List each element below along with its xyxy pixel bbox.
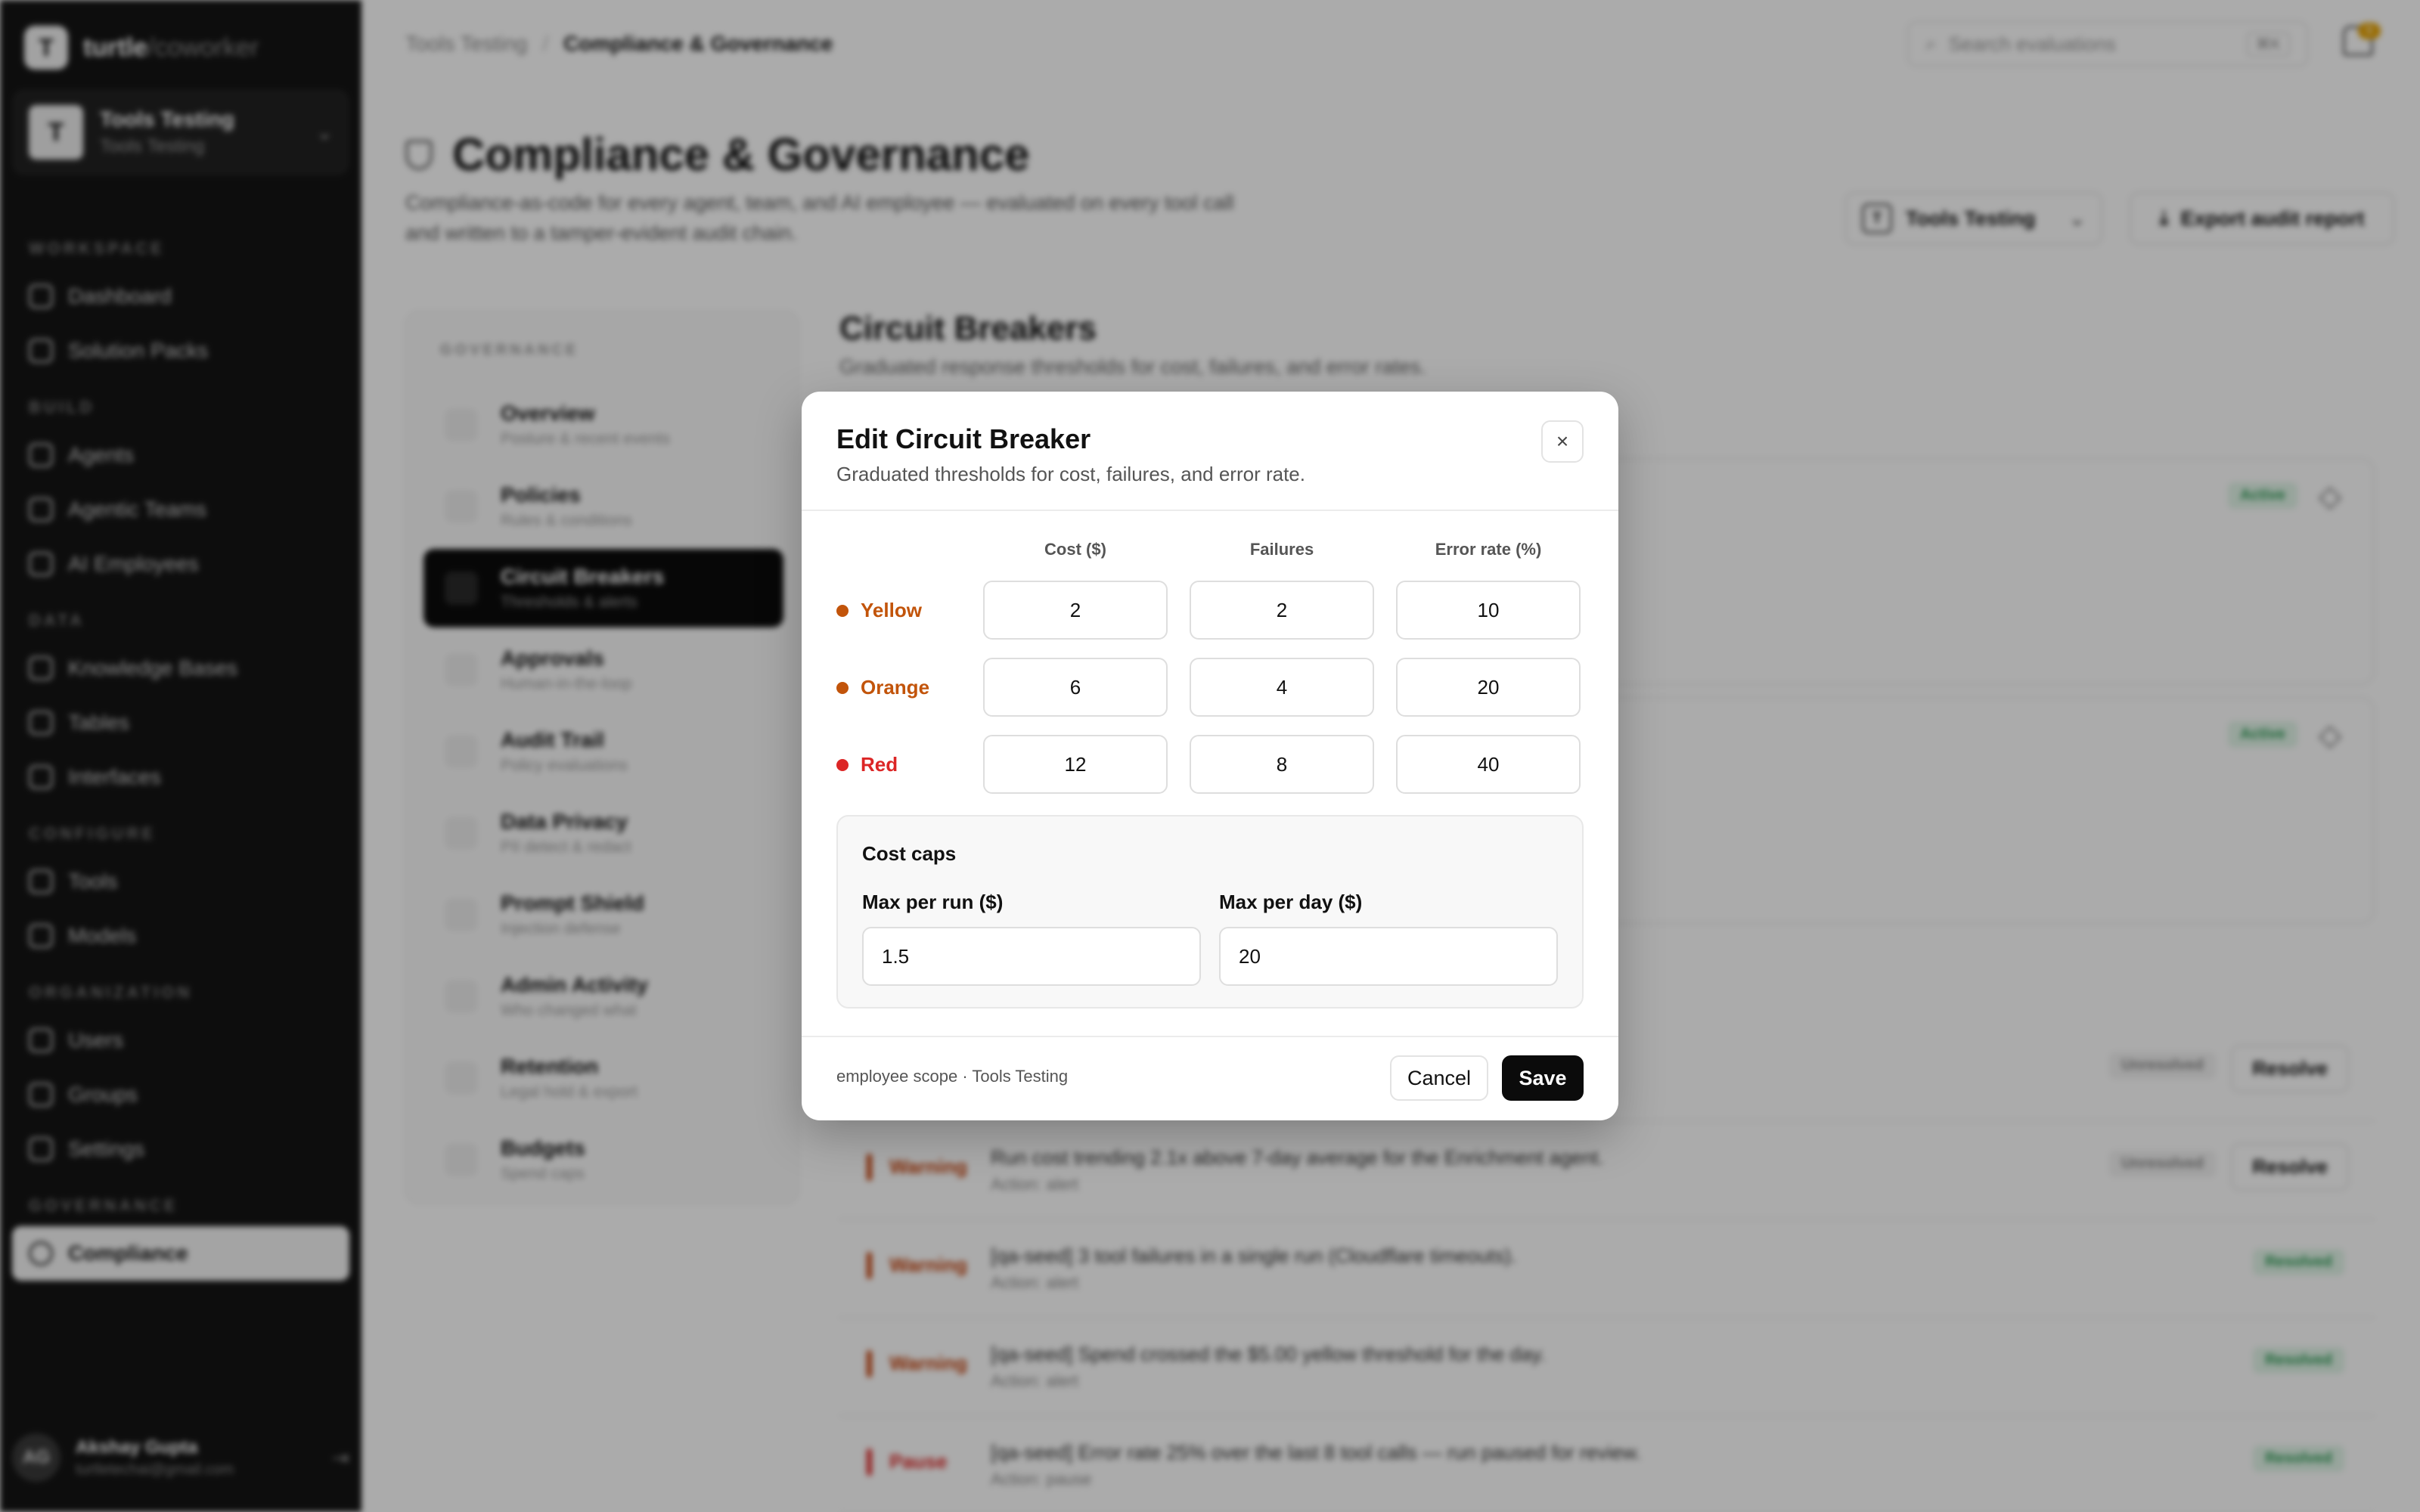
edit-circuit-breaker-dialog: Edit Circuit Breaker Graduated threshold… xyxy=(802,392,1618,1120)
level-dot-icon xyxy=(836,681,849,694)
max-per-day-input[interactable] xyxy=(1219,927,1558,986)
threshold-level-red: Red xyxy=(836,753,898,776)
column-header-failures: Failures xyxy=(1249,540,1314,559)
dialog-subtitle: Graduated thresholds for cost, failures,… xyxy=(836,463,1305,485)
orange-error-rate-input[interactable] xyxy=(1396,658,1581,717)
dialog-title: Edit Circuit Breaker xyxy=(836,423,1091,454)
cancel-button[interactable]: Cancel xyxy=(1390,1055,1488,1101)
red-error-rate-input[interactable] xyxy=(1396,735,1581,794)
yellow-error-rate-input[interactable] xyxy=(1396,581,1581,640)
max-per-run-input[interactable] xyxy=(862,927,1201,986)
level-label: Red xyxy=(861,753,898,776)
divider xyxy=(802,1036,1618,1037)
dialog-scope-note: employee scope · Tools Testing xyxy=(836,1067,1069,1086)
column-header-error-rate: Error rate (%) xyxy=(1435,540,1542,559)
level-label: Yellow xyxy=(861,599,922,621)
threshold-level-orange: Orange xyxy=(836,676,929,699)
threshold-level-yellow: Yellow xyxy=(836,599,922,622)
max-per-day-label: Max per day ($) xyxy=(1219,891,1363,913)
orange-cost-input[interactable] xyxy=(983,658,1168,717)
divider xyxy=(802,510,1618,511)
cost-caps-section: Cost caps Max per run ($) Max per day ($… xyxy=(836,815,1584,1009)
cost-caps-title: Cost caps xyxy=(862,842,957,865)
column-header-cost: Cost ($) xyxy=(1044,540,1106,559)
save-button[interactable]: Save xyxy=(1502,1055,1584,1101)
red-cost-input[interactable] xyxy=(983,735,1168,794)
level-label: Orange xyxy=(861,676,930,699)
orange-failures-input[interactable] xyxy=(1190,658,1374,717)
level-dot-icon xyxy=(836,758,849,771)
level-dot-icon xyxy=(836,604,849,617)
close-icon[interactable]: × xyxy=(1541,420,1584,463)
yellow-failures-input[interactable] xyxy=(1190,581,1374,640)
max-per-run-label: Max per run ($) xyxy=(862,891,1004,913)
yellow-cost-input[interactable] xyxy=(983,581,1168,640)
red-failures-input[interactable] xyxy=(1190,735,1374,794)
